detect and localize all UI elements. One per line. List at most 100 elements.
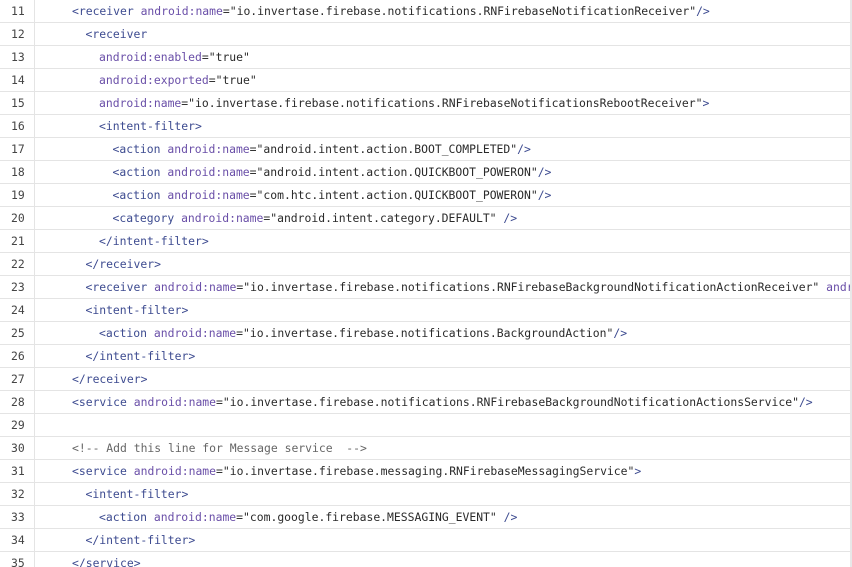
code-line: 19 <action android:name="com.htc.intent.a… [0,184,852,207]
line-number-gutter: 27 [0,368,35,390]
xml-tag: /> [798,395,813,409]
xml-attribute: android:name [140,4,223,18]
xml-tag: </service> [72,556,141,567]
xml-tag: <intent-filter> [99,119,202,133]
code-line: 16 <intent-filter> [0,115,852,138]
line-number: 26 [11,349,25,363]
xml-attribute: android:name [153,326,237,340]
xml-tag: </intent-filter> [85,533,196,547]
line-number-gutter: 12 [0,23,35,45]
xml-tag: <intent-filter> [85,487,189,501]
line-number: 35 [11,556,25,567]
line-number-gutter: 28 [0,391,35,413]
xml-value: "io.invertase.firebase.notifications.RNF… [243,280,820,294]
code-line: 26 </intent-filter> [0,345,852,368]
code-text: <action android:name="android.intent.act… [72,161,852,183]
line-number-gutter: 19 [0,184,35,206]
code-line: 17 <action android:name="android.intent.a… [0,138,852,161]
code-text: <action android:name="com.google.firebas… [72,506,852,528]
line-number-gutter: 32 [0,483,35,505]
xml-attribute: android:name [154,280,237,294]
line-number: 31 [11,464,25,478]
xml-attribute: android:exported [99,73,209,87]
xml-attribute: android:name [167,188,250,202]
xml-tag: /> [537,188,552,202]
line-number-gutter: 13 [0,46,35,68]
code-text: <receiver android:name="io.invertase.fir… [72,0,852,22]
code-line: 25 <action android:name="io.invertase.fir… [0,322,852,345]
code-text: <!-- Add this line for Message service -… [72,437,852,459]
xml-tag: <action [99,510,154,524]
code-line: 32 <intent-filter> [0,483,852,506]
line-number-gutter: 11 [0,0,35,22]
xml-tag: <receiver [85,280,155,294]
line-number: 13 [11,50,25,64]
xml-tag: /> [517,142,531,156]
line-number-gutter: 20 [0,207,35,229]
punctuation: = [236,510,244,524]
line-number: 21 [11,234,25,248]
line-number: 33 [11,510,25,524]
line-number-gutter: 16 [0,115,35,137]
punctuation: = [216,395,223,409]
line-number-gutter: 25 [0,322,35,344]
line-number-gutter: 22 [0,253,35,275]
line-number: 16 [11,119,25,133]
xml-tag: </receiver> [85,257,161,271]
xml-tag: <action [112,165,168,179]
xml-attribute: android:name [99,96,182,110]
xml-tag: /> [696,4,710,18]
line-number: 24 [11,303,25,317]
code-text: <receiver android:name="io.invertase.fir… [72,276,852,298]
code-line: 21 </intent-filter> [0,230,852,253]
punctuation: = [222,4,230,18]
line-number: 34 [11,533,25,547]
line-number-gutter: 26 [0,345,35,367]
code-line: 13 android:enabled="true" [0,46,852,69]
xml-value: "true" [215,73,257,87]
code-line: 33 <action android:name="com.google.fireb… [0,506,852,529]
xml-tag: <service [72,395,134,409]
xml-attribute: android:name [167,165,250,179]
code-line: 24 <intent-filter> [0,299,852,322]
xml-value: "io.invertase.firebase.notifications.RNF… [222,395,799,409]
line-number-gutter: 15 [0,92,35,114]
xml-attribute: android:name [153,510,237,524]
code-text: android:exported="true" [72,69,852,91]
line-number: 18 [11,165,25,179]
xml-tag: /> [496,211,518,225]
xml-attribute: android:name [181,211,264,225]
line-number: 15 [11,96,25,110]
line-number: 29 [11,418,25,432]
code-text: </intent-filter> [72,230,852,252]
line-number-gutter: 18 [0,161,35,183]
xml-tag: <category [112,211,182,225]
code-text: <service android:name="io.invertase.fire… [72,460,852,482]
line-number: 27 [11,372,25,386]
xml-value: "io.invertase.firebase.messaging.RNFireb… [222,464,635,478]
code-text: <category android:name="android.intent.c… [72,207,852,229]
punctuation: = [249,142,257,156]
code-text: </intent-filter> [72,345,852,367]
xml-attribute: android:name [133,464,217,478]
code-text: </receiver> [72,253,852,275]
line-number: 20 [11,211,25,225]
xml-tag: </receiver> [72,372,148,386]
line-number: 12 [11,27,25,41]
line-number-gutter: 33 [0,506,35,528]
xml-tag: <receiver [72,4,141,18]
code-text: <action android:name="com.htc.intent.act… [72,184,852,206]
punctuation: = [249,165,257,179]
code-text: <receiver [72,23,852,45]
xml-value: "android.intent.action.BOOT_COMPLETED" [256,142,518,156]
code-line: 27 </receiver> [0,368,852,391]
line-number: 11 [11,4,25,18]
xml-value: "io.invertase.firebase.notifications.Bac… [243,326,614,340]
xml-attribute: android:enabled [99,50,202,64]
line-number: 19 [11,188,25,202]
line-number: 25 [11,326,25,340]
xml-value: "android.intent.action.QUICKBOOT_POWERON… [256,165,538,179]
xml-attribute: android:name [167,142,250,156]
code-text: </intent-filter> [72,529,852,551]
code-line: 23 <receiver android:name="io.invertase.f… [0,276,852,299]
